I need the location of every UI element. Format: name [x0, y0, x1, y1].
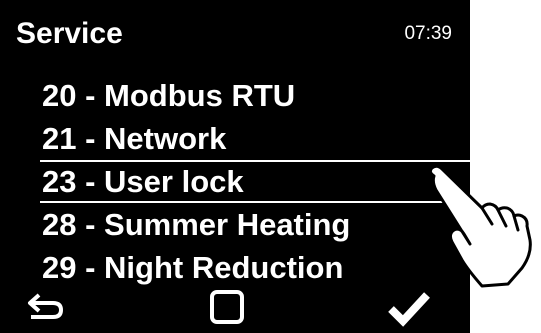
menu-item-modbus-rtu[interactable]: 20 - Modbus RTU — [0, 74, 470, 117]
menu-item-network[interactable]: 21 - Network — [0, 117, 470, 160]
menu-item-summer-heating[interactable]: 28 - Summer Heating — [0, 203, 470, 246]
menu-item-user-lock[interactable]: 23 - User lock — [40, 160, 470, 203]
square-icon — [210, 290, 244, 324]
back-arrow-icon — [28, 293, 63, 319]
device-screen: Service 07:39 20 - Modbus RTU 21 - Netwo… — [0, 0, 470, 333]
checkmark-icon — [388, 292, 430, 327]
service-menu-list: 20 - Modbus RTU 21 - Network 23 - User l… — [0, 74, 470, 289]
footer-bar — [0, 276, 470, 333]
confirm-button[interactable] — [386, 284, 432, 330]
page-title: Service — [16, 17, 123, 50]
clock-time: 07:39 — [404, 23, 452, 44]
home-button[interactable] — [204, 284, 250, 330]
back-button[interactable] — [22, 284, 68, 330]
pointing-hand-icon — [428, 164, 532, 288]
